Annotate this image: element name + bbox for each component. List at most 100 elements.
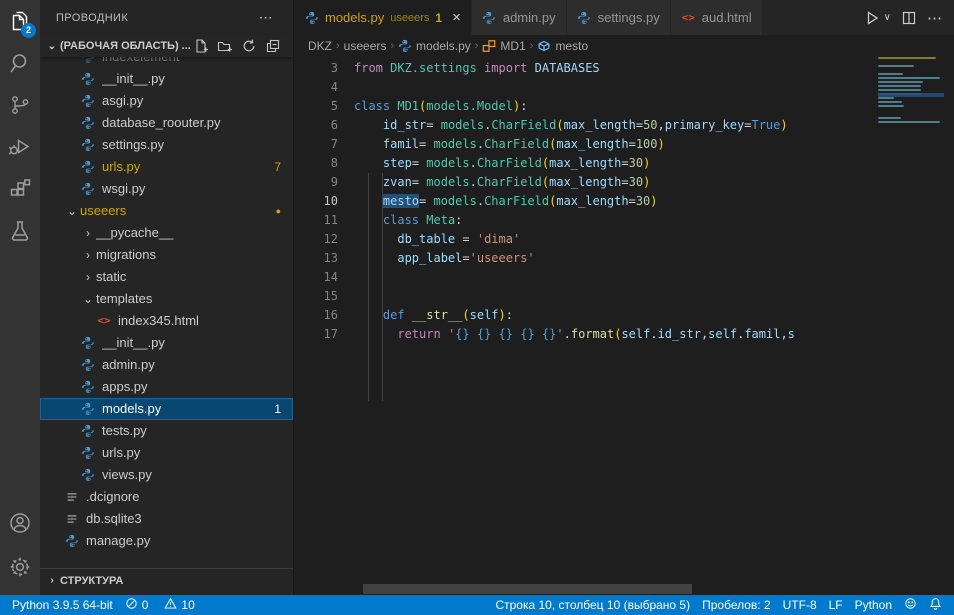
explorer-icon[interactable]: 2: [0, 0, 40, 42]
tree-item-apps-py[interactable]: apps.py: [40, 376, 293, 398]
split-editor-icon[interactable]: [901, 10, 917, 26]
status-language-mode[interactable]: Python: [849, 595, 898, 615]
settings-gear-icon[interactable]: [0, 545, 40, 589]
status-problems[interactable]: 010: [119, 595, 201, 615]
status-python-interpreter[interactable]: Python 3.9.5 64-bit: [6, 595, 119, 615]
extensions-icon[interactable]: [0, 168, 40, 210]
tree-item-templates[interactable]: ⌄templates: [40, 288, 293, 310]
new-folder-icon[interactable]: [217, 38, 233, 54]
editor[interactable]: 3from DKZ.settings import DATABASES45cla…: [294, 57, 954, 595]
breadcrumb-item-models-py[interactable]: models.py: [398, 39, 471, 53]
tree-item-models-py[interactable]: models.py1: [40, 398, 293, 420]
modified-dot-icon: ●: [276, 200, 281, 222]
tab-aud-html[interactable]: <>aud.html: [671, 0, 763, 35]
file-icon: [64, 511, 80, 527]
code-line-8[interactable]: 8 step= models.CharField(max_length=30): [294, 154, 954, 173]
tree-item-indexelement[interactable]: indexelement: [40, 57, 293, 68]
tree-item-static[interactable]: ›static: [40, 266, 293, 288]
code-line-9[interactable]: 9 zvan= models.CharField(max_length=30): [294, 173, 954, 192]
horizontal-scrollbar[interactable]: [363, 584, 692, 594]
tree-item-index345-html[interactable]: <>index345.html: [40, 310, 293, 332]
python-file-icon: [304, 10, 319, 25]
status-indentation[interactable]: Пробелов: 2: [696, 595, 777, 615]
file-tree: indexelement__init__.pyasgi.pydatabase_r…: [40, 57, 293, 551]
tree-item-useeers[interactable]: ⌄useeers●: [40, 200, 293, 222]
collapse-folders-icon[interactable]: [265, 38, 281, 54]
code-line-4[interactable]: 4: [294, 78, 954, 97]
search-icon[interactable]: [0, 42, 40, 84]
warning-icon: [164, 597, 177, 613]
workspace-section-header[interactable]: ⌄ (РАБОЧАЯ ОБЛАСТЬ) ...: [40, 35, 293, 57]
chevron-right-icon: ›: [80, 222, 96, 244]
code-line-15[interactable]: 15: [294, 287, 954, 306]
python-file-icon: [80, 93, 96, 109]
breadcrumb-item-md1[interactable]: MD1: [482, 39, 525, 53]
tree-item-settings-py[interactable]: settings.py: [40, 134, 293, 156]
tree-item-pycache[interactable]: ›__pycache__: [40, 222, 293, 244]
tree-item-init-py[interactable]: __init__.py: [40, 332, 293, 354]
status-notifications[interactable]: [923, 595, 948, 615]
tab-settings-py[interactable]: settings.py: [567, 0, 671, 35]
new-file-icon[interactable]: [193, 38, 209, 54]
py-icon: [398, 39, 412, 53]
line-number: 8: [294, 154, 338, 173]
code-line-11[interactable]: 11 class Meta:: [294, 211, 954, 230]
tab-models-py[interactable]: models.pyuseeers1×: [294, 0, 472, 35]
activity-bar: 2: [0, 0, 40, 595]
breadcrumb-item-mesto[interactable]: mesto: [537, 39, 588, 53]
code-line-10[interactable]: 10 mesto= models.CharField(max_length=30…: [294, 192, 954, 211]
more-actions-icon[interactable]: ⋯: [927, 9, 942, 27]
testing-icon[interactable]: [0, 210, 40, 252]
class-icon: [482, 39, 496, 53]
tree-item-urls-py[interactable]: urls.py: [40, 442, 293, 464]
code-line-7[interactable]: 7 famil= models.CharField(max_length=100…: [294, 135, 954, 154]
chevron-down-icon: ⌄: [44, 41, 60, 52]
status-cursor-position[interactable]: Строка 10, столбец 10 (выбрано 5): [489, 595, 696, 615]
run-python-file-icon[interactable]: [864, 10, 880, 26]
code-line-5[interactable]: 5class MD1(models.Model):: [294, 97, 954, 116]
run-debug-icon[interactable]: [0, 126, 40, 168]
tree-item-urls-py[interactable]: urls.py7: [40, 156, 293, 178]
tree-item-admin-py[interactable]: admin.py: [40, 354, 293, 376]
status-encoding[interactable]: UTF-8: [777, 595, 823, 615]
breadcrumb-item-dkz[interactable]: DKZ: [308, 39, 332, 53]
html-file-icon: <>: [681, 10, 696, 25]
source-control-icon[interactable]: [0, 84, 40, 126]
tree-item-migrations[interactable]: ›migrations: [40, 244, 293, 266]
status-feedback[interactable]: [898, 595, 923, 615]
outline-section-header[interactable]: › СТРУКТУРА: [40, 568, 293, 592]
tree-item-manage-py[interactable]: manage.py: [40, 530, 293, 551]
tree-item-asgi-py[interactable]: asgi.py: [40, 90, 293, 112]
code-line-3[interactable]: 3from DKZ.settings import DATABASES: [294, 59, 954, 78]
code-line-12[interactable]: 12 db_table = 'dima': [294, 230, 954, 249]
tree-item-init-py[interactable]: __init__.py: [40, 68, 293, 90]
code-line-6[interactable]: 6 id_str= models.CharField(max_length=50…: [294, 116, 954, 135]
views-more-actions-icon[interactable]: ⋯: [255, 9, 277, 26]
code-line-16[interactable]: 16 def __str__(self):: [294, 306, 954, 325]
tree-item-tests-py[interactable]: tests.py: [40, 420, 293, 442]
tab-problems-badge: 1: [435, 11, 442, 25]
tree-item-dcignore[interactable]: .dcignore: [40, 486, 293, 508]
outline-section-label: СТРУКТУРА: [60, 575, 123, 587]
tree-item-views-py[interactable]: views.py: [40, 464, 293, 486]
code-line-14[interactable]: 14: [294, 268, 954, 287]
status-bar: Python 3.9.5 64-bit010 Строка 10, столбе…: [0, 595, 954, 615]
code-line-17[interactable]: 17 return '{} {} {} {} {}'.format(self.i…: [294, 325, 954, 344]
line-number: 14: [294, 268, 338, 287]
refresh-icon[interactable]: [241, 38, 257, 54]
tree-item-database-roouter-py[interactable]: database_roouter.py: [40, 112, 293, 134]
close-icon[interactable]: ×: [452, 10, 461, 25]
tree-item-wsgi-py[interactable]: wsgi.py: [40, 178, 293, 200]
line-number: 4: [294, 78, 338, 97]
chevron-down-icon[interactable]: ∨: [884, 12, 891, 23]
tree-item-db-sqlite3[interactable]: db.sqlite3: [40, 508, 293, 530]
python-file-icon: [80, 71, 96, 87]
breadcrumb-item-useeers[interactable]: useeers: [344, 39, 387, 53]
code-line-13[interactable]: 13 app_label='useeers': [294, 249, 954, 268]
status-eol[interactable]: LF: [823, 595, 849, 615]
minimap[interactable]: [878, 57, 944, 207]
editor-group: models.py useeers 1 × admin.pysettings.py<>a…: [294, 0, 954, 595]
tab-admin-py[interactable]: admin.py: [472, 0, 567, 35]
account-icon[interactable]: [0, 501, 40, 545]
python-file-icon: [64, 533, 80, 549]
